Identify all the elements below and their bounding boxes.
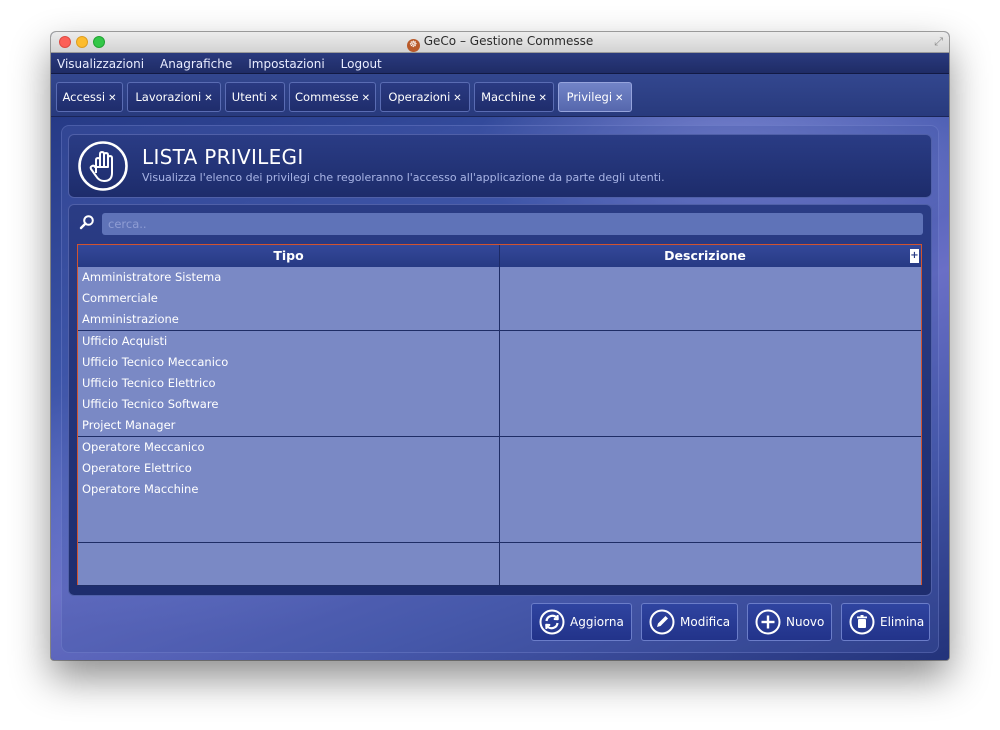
cell-tipo (78, 542, 500, 564)
hand-icon (78, 141, 128, 191)
tab-commesse[interactable]: Commesse ✕ (289, 82, 376, 112)
cell-descrizione (500, 309, 921, 330)
cell-tipo (78, 500, 500, 522)
pencil-icon (649, 609, 675, 635)
tab-label: Macchine (481, 90, 536, 104)
cell-descrizione (500, 521, 921, 542)
cell-tipo: Amministratore Sistema (78, 267, 500, 288)
window-title-wrap: ☸ GeCo – Gestione Commesse (51, 34, 949, 52)
page-title: LISTA PRIVILEGI (142, 145, 304, 169)
tab-lavorazioni[interactable]: Lavorazioni ✕ (127, 82, 221, 112)
elimina-button[interactable]: Elimina (841, 603, 930, 641)
button-label: Elimina (880, 615, 925, 629)
tab-privilegi[interactable]: Privilegi ✕ (558, 82, 632, 112)
tab-label: Accessi (62, 90, 106, 104)
add-column-icon[interactable]: + (910, 249, 919, 263)
cell-descrizione (500, 458, 921, 479)
close-icon[interactable]: ✕ (539, 93, 547, 104)
cell-descrizione (500, 500, 921, 521)
window-title: GeCo – Gestione Commesse (423, 34, 594, 48)
refresh-icon (539, 609, 565, 635)
button-label: Modifica (680, 615, 731, 629)
nuovo-button[interactable]: Nuovo (747, 603, 832, 641)
cell-tipo: Ufficio Tecnico Software (78, 394, 500, 416)
tab-accessi[interactable]: Accessi ✕ (56, 82, 123, 112)
cell-descrizione (500, 543, 921, 564)
cell-descrizione (500, 373, 921, 394)
page-subtitle: Visualizza l'elenco dei privilegi che re… (142, 171, 665, 184)
close-icon[interactable]: ✕ (270, 93, 278, 104)
close-icon[interactable]: ✕ (615, 93, 623, 104)
cell-descrizione (500, 267, 921, 288)
button-label: Nuovo (786, 615, 825, 629)
tab-utenti[interactable]: Utenti ✕ (225, 82, 285, 112)
app-logo-icon: ☸ (406, 39, 420, 52)
cell-tipo (78, 521, 500, 543)
cell-descrizione (500, 564, 921, 585)
tab-label: Commesse (295, 90, 359, 104)
cell-tipo: Project Manager (78, 415, 500, 437)
button-label: Aggiorna (570, 615, 624, 629)
cell-tipo: Operatore Macchine (78, 479, 500, 500)
title-bar: ☸ GeCo – Gestione Commesse ⤢ (51, 32, 949, 53)
column-header-tipo[interactable]: Tipo (78, 245, 500, 267)
cell-tipo: Amministrazione (78, 309, 500, 331)
column-divider (499, 267, 500, 584)
modifica-button[interactable]: Modifica (641, 603, 738, 641)
privileges-table: Tipo Descrizione + Amministratore Sistem… (77, 244, 922, 586)
tab-label: Utenti (231, 90, 267, 104)
cell-descrizione (500, 437, 921, 458)
search-input[interactable] (102, 213, 923, 235)
search-icon (79, 215, 94, 230)
fullscreen-icon[interactable]: ⤢ (934, 35, 943, 49)
close-icon[interactable]: ✕ (362, 93, 370, 104)
cell-descrizione (500, 331, 921, 352)
tab-label: Privilegi (566, 90, 613, 104)
cell-descrizione (500, 479, 921, 500)
cell-tipo: Ufficio Tecnico Elettrico (78, 373, 500, 394)
close-icon[interactable]: ✕ (108, 93, 116, 104)
trash-icon (849, 609, 875, 635)
close-icon[interactable]: ✕ (204, 93, 212, 104)
aggiorna-button[interactable]: Aggiorna (531, 603, 632, 641)
tab-label: Operazioni (388, 90, 451, 104)
cell-descrizione (500, 394, 921, 415)
cell-descrizione (500, 415, 921, 436)
cell-tipo (78, 563, 500, 585)
app-window: ☸ GeCo – Gestione Commesse ⤢ Visualizzazi… (51, 32, 949, 660)
table-header: Tipo Descrizione + (78, 245, 921, 268)
menu-logout[interactable]: Logout (333, 54, 390, 74)
cell-descrizione (500, 288, 921, 309)
column-header-descrizione[interactable]: Descrizione (500, 245, 910, 267)
menu-visualizzazioni[interactable]: Visualizzazioni (51, 54, 152, 74)
menu-impostazioni[interactable]: Impostazioni (240, 54, 332, 74)
cell-tipo: Commerciale (78, 288, 500, 310)
menu-bar: Visualizzazioni Anagrafiche Impostazioni Lo… (51, 53, 949, 74)
cell-descrizione (500, 352, 921, 373)
menu-anagrafiche[interactable]: Anagrafiche (152, 54, 240, 74)
tab-operazioni[interactable]: Operazioni ✕ (380, 82, 470, 112)
cell-tipo: Ufficio Tecnico Meccanico (78, 351, 500, 373)
cell-tipo: Ufficio Acquisti (78, 330, 500, 352)
tab-macchine[interactable]: Macchine ✕ (474, 82, 554, 112)
plus-circle-icon (755, 609, 781, 635)
cell-tipo: Operatore Meccanico (78, 436, 500, 458)
tab-label: Lavorazioni (135, 90, 202, 104)
tab-strip: Accessi ✕ Lavorazioni ✕ Utenti ✕ Commesse ✕ … (51, 74, 949, 117)
close-icon[interactable]: ✕ (453, 93, 461, 104)
cell-tipo: Operatore Elettrico (78, 457, 500, 479)
page-header: LISTA PRIVILEGI Visualizza l'elenco dei … (68, 134, 932, 198)
